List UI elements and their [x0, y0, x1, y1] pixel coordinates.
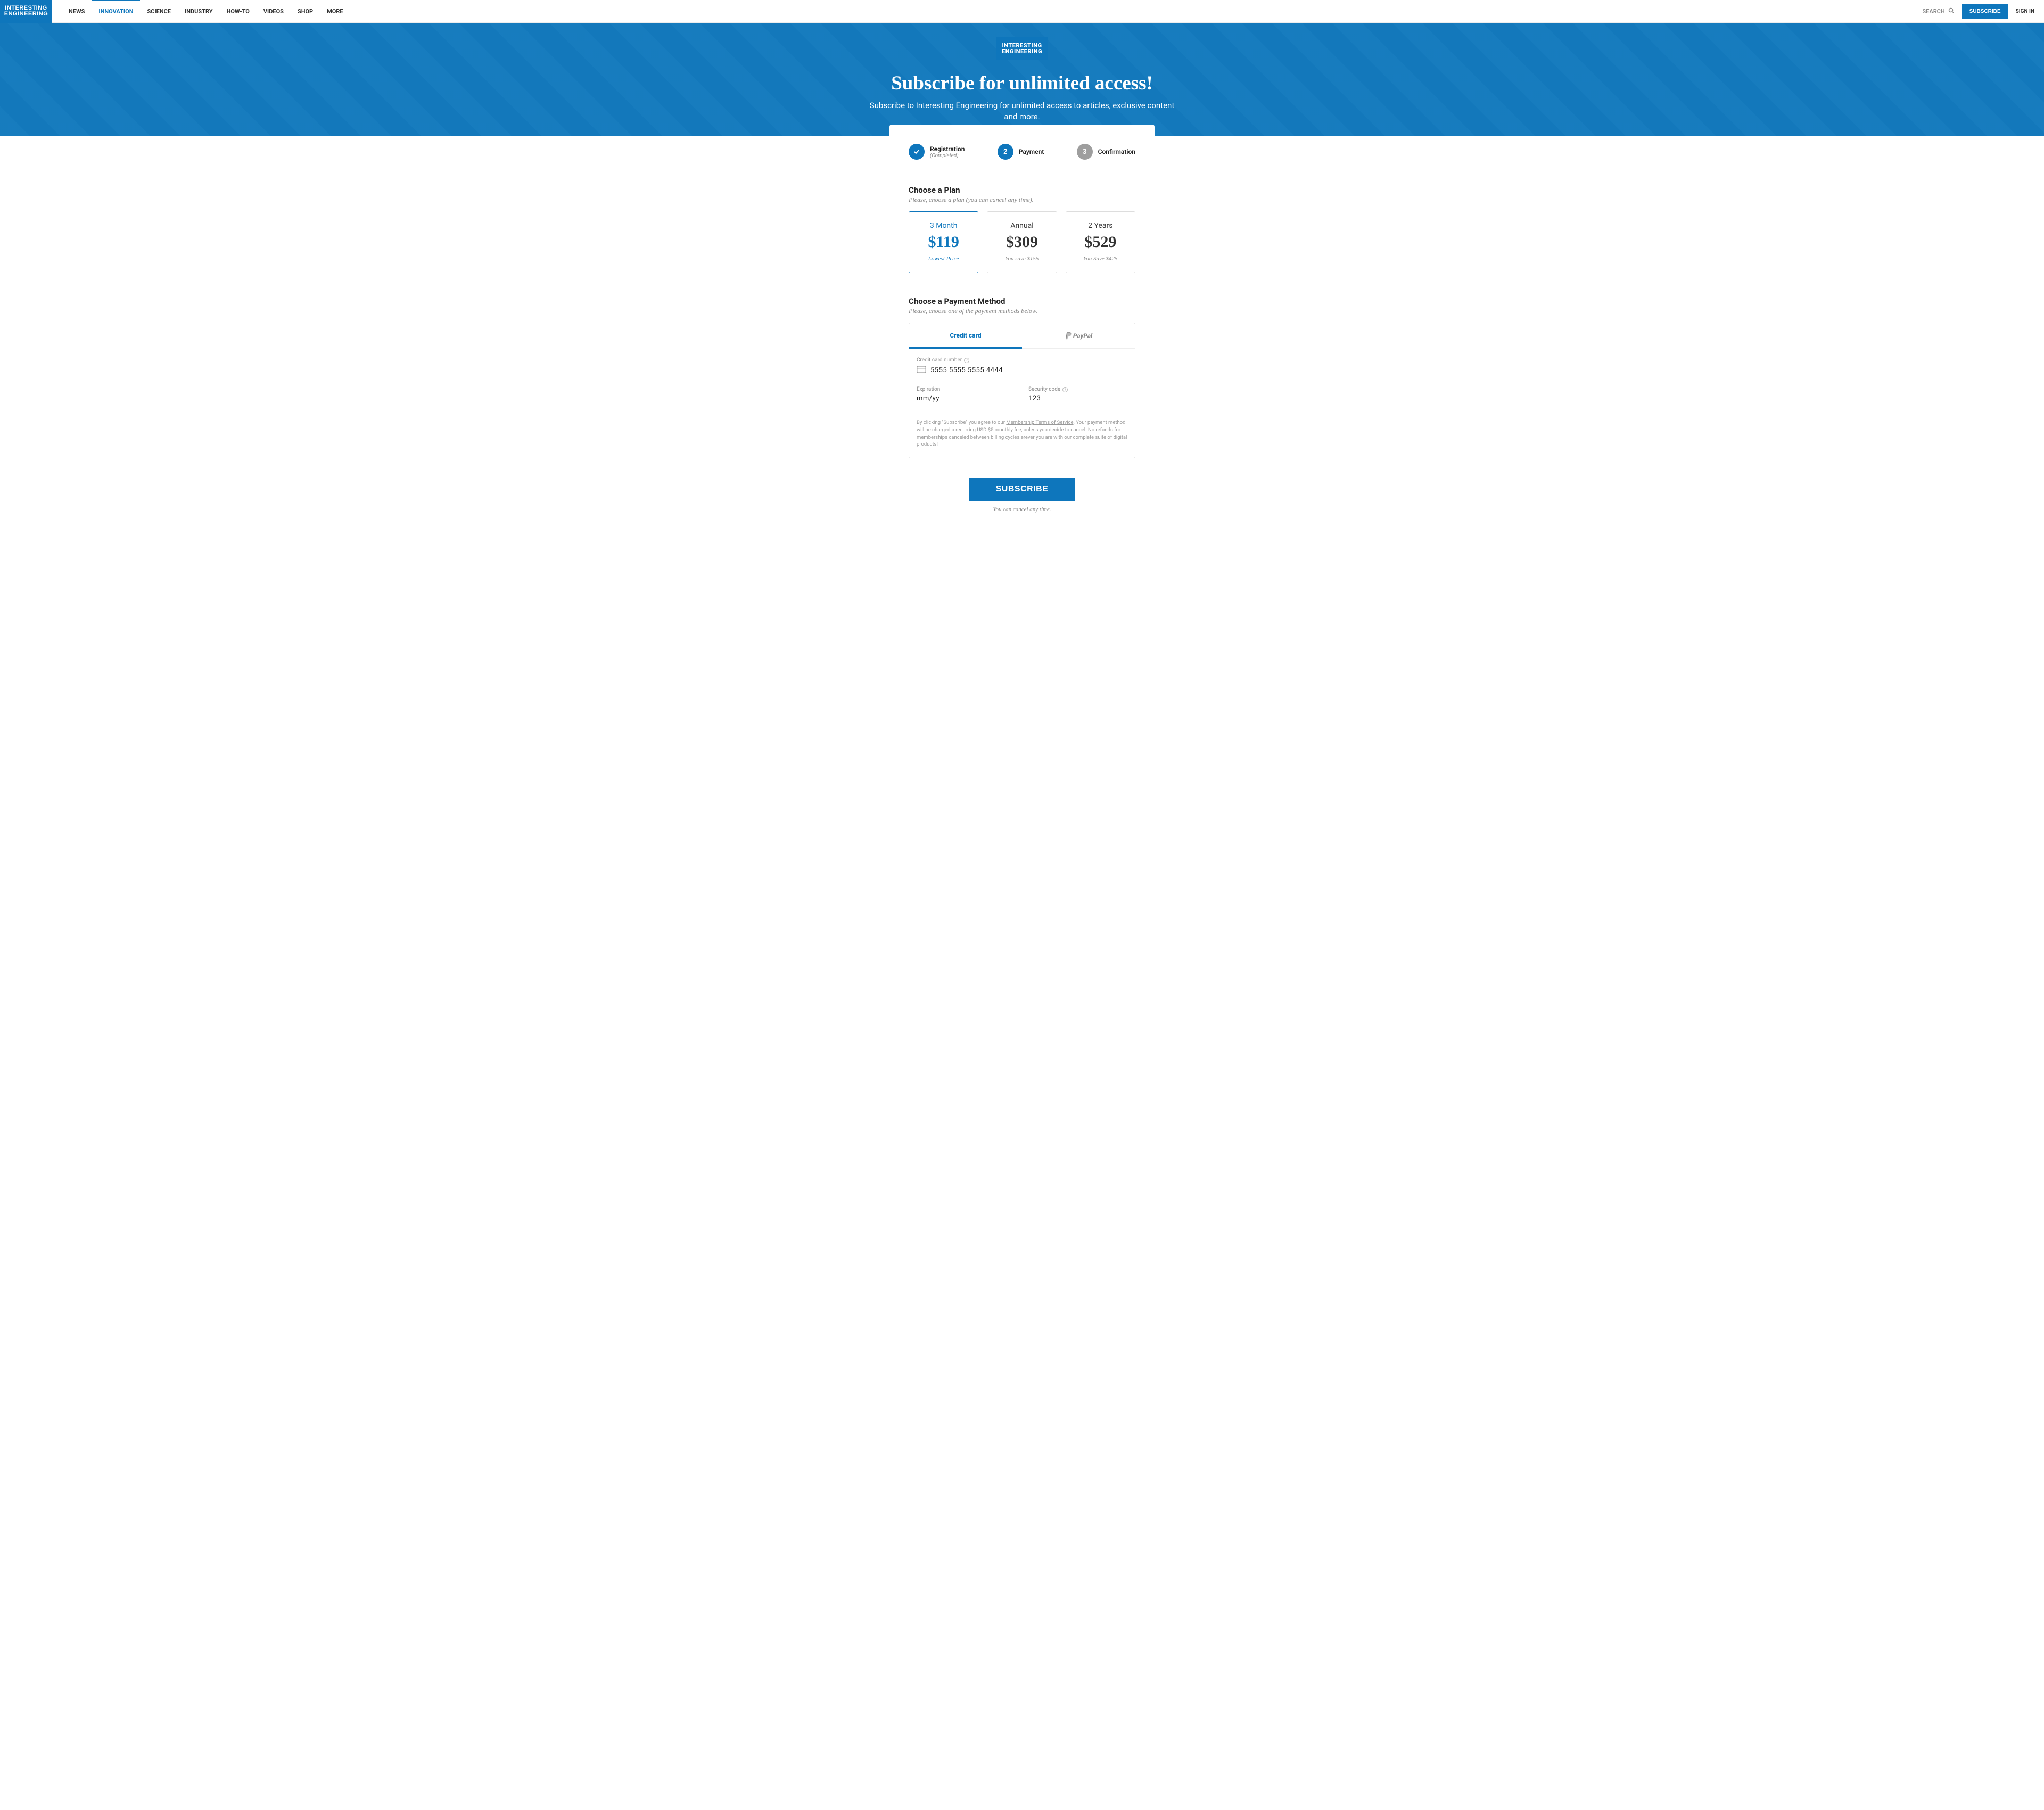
payment-box: Credit card PayPal Credit card number ?: [909, 323, 1135, 458]
search-input[interactable]: SEARCH: [1922, 7, 1954, 15]
expiration-input[interactable]: mm/yy: [917, 394, 1016, 406]
payment-fields: Credit card number ? 5555 5555 5555 4444…: [909, 349, 1135, 414]
step-confirmation: 3 Confirmation: [1077, 144, 1135, 160]
check-icon: [909, 144, 925, 160]
stepper: Registration (Completed) 2 Payment 3 Con…: [889, 144, 1155, 160]
section-subtitle: Please, choose a plan (you can cancel an…: [909, 196, 1135, 204]
plan-name: 3 Month: [914, 221, 972, 230]
step-payment: 2 Payment: [998, 144, 1044, 160]
step-label: Registration: [930, 145, 965, 153]
nav-science[interactable]: SCIENCE: [140, 0, 178, 23]
info-icon[interactable]: ?: [964, 358, 969, 363]
card-number-label: Credit card number ?: [917, 357, 1127, 363]
signin-link[interactable]: SIGN IN: [2016, 9, 2034, 14]
nav-howto[interactable]: HOW-TO: [220, 0, 257, 23]
hero-brand-logo: INTERESTING ENGINEERING: [996, 37, 1048, 60]
plan-list: 3 Month $119 Lowest Price Annual $309 Yo…: [909, 211, 1135, 273]
nav-innovation[interactable]: INNOVATION: [92, 0, 140, 23]
payment-method-section: Choose a Payment Method Please, choose o…: [889, 297, 1155, 458]
step-number-icon: 2: [998, 144, 1013, 160]
plan-name: Annual: [993, 221, 1051, 230]
cvc-label: Security code ?: [1028, 386, 1127, 392]
section-subtitle: Please, choose one of the payment method…: [909, 307, 1135, 315]
hero-subtitle: Subscribe to Interesting Engineering for…: [862, 100, 1182, 122]
section-title: Choose a Payment Method: [909, 297, 1135, 306]
terms-link[interactable]: Membership Terms of Service: [1006, 419, 1073, 425]
info-icon[interactable]: ?: [1062, 387, 1068, 392]
nav-shop[interactable]: SHOP: [291, 0, 320, 23]
cvc-input[interactable]: 123: [1028, 394, 1127, 406]
plan-price: $529: [1072, 233, 1130, 251]
step-sublabel: (Completed): [930, 153, 965, 159]
plan-3month[interactable]: 3 Month $119 Lowest Price: [909, 211, 978, 273]
expiration-label: Expiration: [917, 386, 1016, 392]
card-number-value: 5555 5555 5555 4444: [930, 366, 1003, 374]
tab-paypal[interactable]: PayPal: [1022, 323, 1135, 349]
nav-more[interactable]: MORE: [320, 0, 350, 23]
search-icon: [1948, 7, 1955, 15]
main-nav: NEWS INNOVATION SCIENCE INDUSTRY HOW-TO …: [62, 0, 350, 23]
brand-logo[interactable]: INTERESTING ENGINEERING: [0, 0, 52, 23]
tab-credit-card[interactable]: Credit card: [909, 323, 1022, 349]
expiration-value: mm/yy: [917, 394, 939, 402]
plan-annual[interactable]: Annual $309 You save $155: [987, 211, 1057, 273]
disclaimer-text: By clicking "Subscribe" you agree to our…: [909, 414, 1135, 448]
step-number-icon: 3: [1077, 144, 1093, 160]
plan-note: You save $155: [993, 256, 1051, 262]
cancel-note: You can cancel any time.: [889, 506, 1155, 513]
hero: INTERESTING ENGINEERING Subscribe for un…: [0, 23, 2044, 136]
step-registration: Registration (Completed): [909, 144, 965, 160]
plan-name: 2 Years: [1072, 221, 1130, 230]
plan-price: $119: [914, 233, 972, 251]
nav-news[interactable]: NEWS: [62, 0, 92, 23]
site-header: INTERESTING ENGINEERING NEWS INNOVATION …: [0, 0, 2044, 23]
nav-videos[interactable]: VIDEOS: [257, 0, 291, 23]
paypal-icon: PayPal: [1065, 332, 1092, 340]
step-label: Payment: [1019, 148, 1044, 155]
hero-title: Subscribe for unlimited access!: [0, 72, 2044, 95]
payment-tabs: Credit card PayPal: [909, 323, 1135, 349]
plan-note: You Save $425: [1072, 256, 1130, 262]
section-title: Choose a Plan: [909, 185, 1135, 195]
header-right: SEARCH SUBSCRIBE SIGN IN: [1922, 4, 2044, 19]
header-subscribe-button[interactable]: SUBSCRIBE: [1962, 4, 2008, 19]
submit-area: SUBSCRIBE You can cancel any time.: [889, 478, 1155, 513]
brand-line2: ENGINEERING: [4, 11, 48, 17]
plan-price: $309: [993, 233, 1051, 251]
plan-2years[interactable]: 2 Years $529 You Save $425: [1066, 211, 1135, 273]
card-number-input[interactable]: 5555 5555 5555 4444: [917, 365, 1127, 379]
credit-card-icon: [917, 365, 926, 375]
step-label: Confirmation: [1098, 148, 1135, 155]
cvc-value: 123: [1028, 394, 1041, 402]
nav-industry[interactable]: INDUSTRY: [178, 0, 220, 23]
subscription-card: Registration (Completed) 2 Payment 3 Con…: [889, 125, 1155, 513]
plan-note: Lowest Price: [914, 256, 972, 262]
choose-plan-section: Choose a Plan Please, choose a plan (you…: [889, 185, 1155, 273]
search-placeholder: SEARCH: [1922, 8, 1944, 15]
subscribe-button[interactable]: SUBSCRIBE: [969, 478, 1075, 501]
